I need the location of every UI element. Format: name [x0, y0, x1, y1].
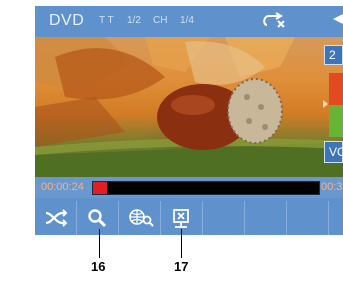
empty-slot-2 [245, 201, 287, 235]
progress-fill [93, 182, 107, 194]
chapter-label: CH [153, 15, 168, 26]
dvd-player-screen: DVD T T 1/2 CH 1/4 2 VO 00:00:24 00:3 [35, 6, 343, 235]
callout-subtitle: 17 [174, 259, 189, 274]
video-image [35, 37, 343, 177]
callout-line-subtitle [181, 229, 182, 258]
top-status-bar: DVD T T 1/2 CH 1/4 [35, 6, 343, 37]
title-label: T T [99, 15, 114, 26]
repeat-off-icon[interactable] [261, 12, 287, 30]
elapsed-time: 00:00:24 [41, 181, 84, 193]
callout-search: 16 [91, 259, 106, 274]
shuffle-icon [45, 209, 68, 227]
progress-row: 00:00:24 00:3 [35, 177, 343, 198]
shuffle-button[interactable] [35, 201, 77, 235]
progress-bar[interactable] [92, 181, 320, 195]
subtitle-button[interactable] [161, 201, 203, 235]
side-vo-box[interactable]: VO [324, 141, 343, 163]
side-arrow-icon [323, 100, 328, 108]
chapter-value: 1/4 [180, 15, 194, 26]
callout-line-search [99, 229, 100, 258]
empty-slot-3 [287, 201, 329, 235]
total-time: 00:3 [321, 181, 343, 193]
side-gauge [329, 73, 343, 137]
bottom-toolbar [35, 201, 343, 235]
zoom-icon [129, 209, 154, 227]
search-icon [88, 209, 107, 228]
title-value: 1/2 [127, 15, 141, 26]
search-button[interactable] [77, 201, 119, 235]
zoom-button[interactable] [119, 201, 161, 235]
side-number-box[interactable]: 2 [324, 45, 343, 65]
video-frame: 2 VO [35, 37, 343, 177]
menu-arrow-icon[interactable] [333, 14, 343, 24]
source-label[interactable]: DVD [49, 12, 84, 30]
subtitle-icon [173, 209, 189, 228]
empty-slot-1 [203, 201, 245, 235]
